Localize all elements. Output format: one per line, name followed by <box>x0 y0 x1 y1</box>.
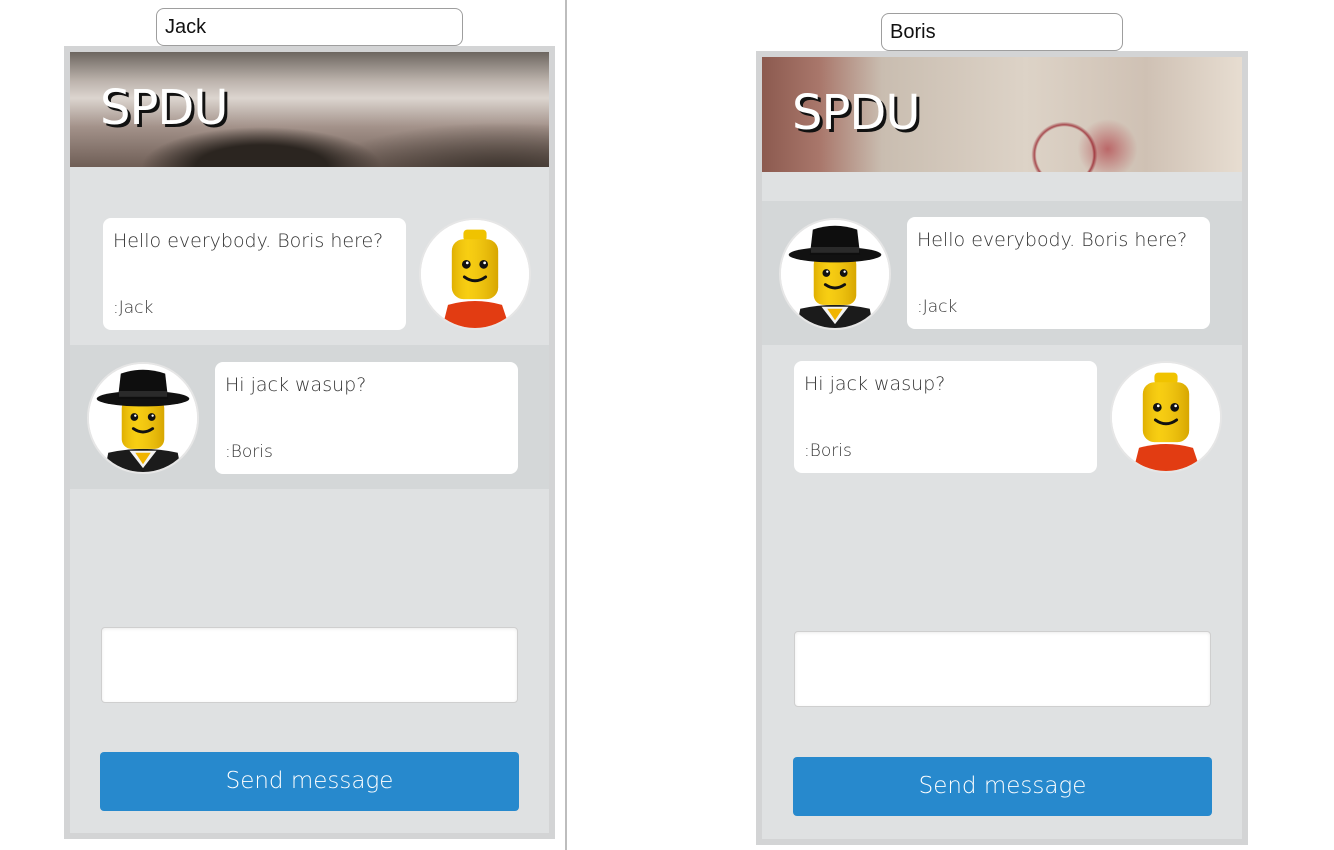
message-bubble: Hello everybody. Boris here? :Jack <box>103 218 406 330</box>
username-input[interactable] <box>881 13 1123 51</box>
send-message-button[interactable]: Send message <box>100 752 519 811</box>
app-title: SPDU <box>100 80 229 136</box>
header-banner: SPDU <box>762 57 1242 172</box>
chat-app: SPDU Hello everybody. Boris here? :Jack … <box>64 46 555 839</box>
lego-hat-icon <box>779 218 891 330</box>
message-row: Hi jack wasup? :Boris <box>70 345 549 489</box>
message-bubble: Hi jack wasup? :Boris <box>794 361 1097 473</box>
username-input[interactable] <box>156 8 463 46</box>
message-row: Hello everybody. Boris here? :Jack <box>762 201 1242 345</box>
message-input[interactable] <box>101 627 518 703</box>
message-input[interactable] <box>794 631 1211 707</box>
left-browser-window: SPDU Hello everybody. Boris here? :Jack … <box>0 0 567 850</box>
message-author: :Jack <box>917 297 958 317</box>
lego-smiley-icon <box>1110 361 1222 473</box>
header-banner: SPDU <box>70 52 549 167</box>
message-text: Hello everybody. Boris here? <box>113 230 384 252</box>
message-text: Hi jack wasup? <box>225 374 367 396</box>
app-title: SPDU <box>792 85 921 141</box>
message-text: Hi jack wasup? <box>804 373 946 395</box>
message-author: :Jack <box>113 298 154 318</box>
message-row: Hi jack wasup? :Boris <box>762 345 1242 489</box>
message-author: :Boris <box>225 442 273 462</box>
chat-app: SPDU Hello everybody. Boris here? :Jack … <box>756 51 1248 845</box>
right-browser-window: SPDU Hello everybody. Boris here? :Jack … <box>567 0 1334 850</box>
message-bubble: Hello everybody. Boris here? :Jack <box>907 217 1210 329</box>
message-author: :Boris <box>804 441 852 461</box>
send-message-button[interactable]: Send message <box>793 757 1212 816</box>
lego-smiley-icon <box>419 218 531 330</box>
lego-hat-icon <box>87 362 199 474</box>
message-text: Hello everybody. Boris here? <box>917 229 1188 251</box>
message-row: Hello everybody. Boris here? :Jack <box>70 201 549 345</box>
message-bubble: Hi jack wasup? :Boris <box>215 362 518 474</box>
